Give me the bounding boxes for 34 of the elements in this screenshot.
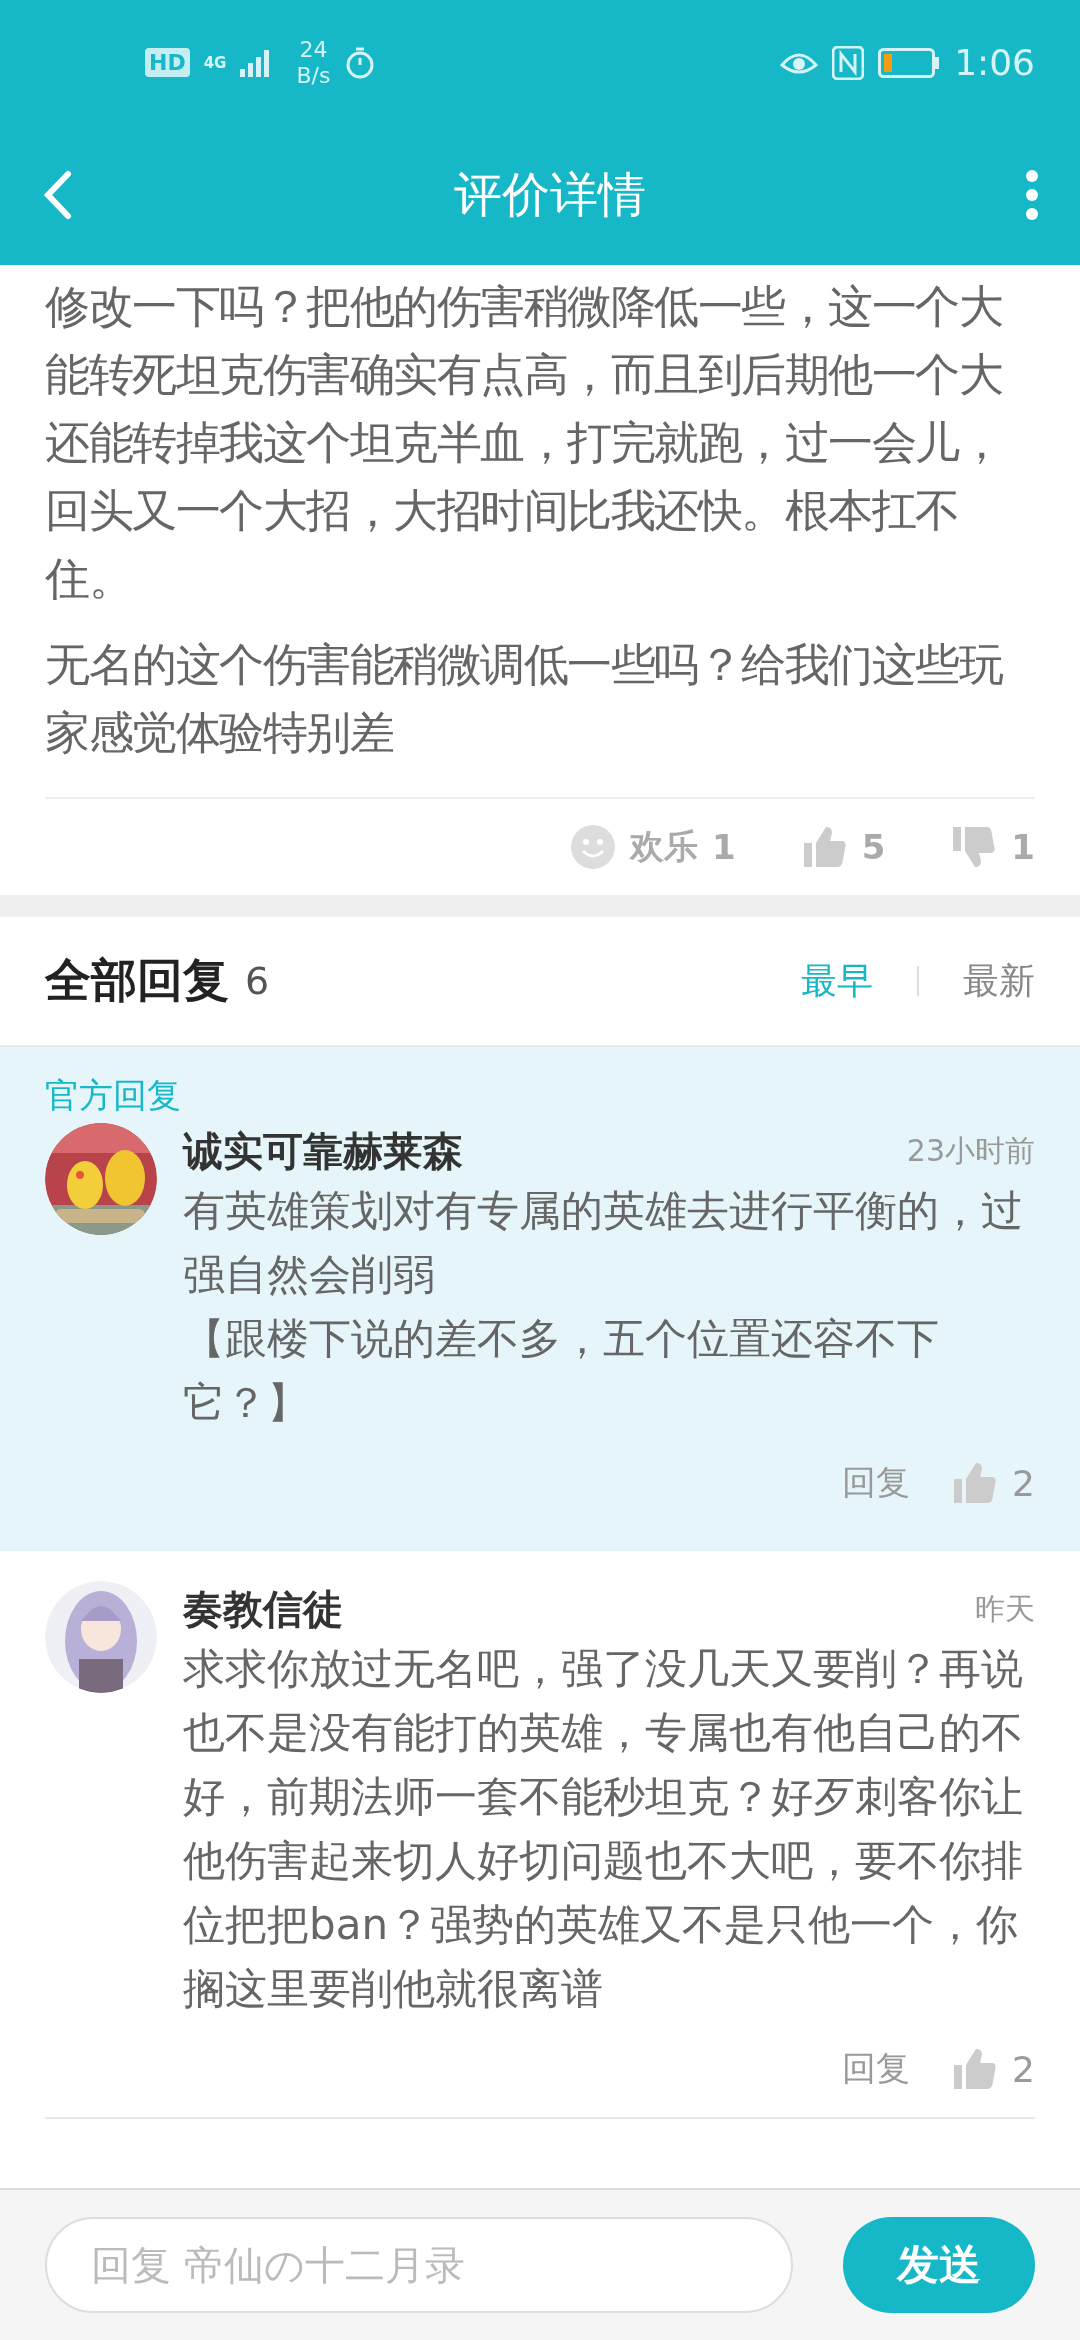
sort-tab[interactable]: 最早: [801, 956, 873, 1006]
send-button[interactable]: 发送: [843, 2217, 1035, 2313]
section-title: 全部回复: [45, 952, 229, 1009]
reply-time: 昨天: [975, 1589, 1035, 1628]
reaction-count: 5: [861, 827, 886, 867]
nfc-icon: [832, 45, 865, 80]
reaction-count: 1: [1011, 827, 1035, 867]
reply-count: 6: [245, 959, 271, 1003]
review-paragraph: 无名的这个伤害能稍微调低一些吗？给我们这些玩家感觉体验特别差: [45, 637, 1004, 761]
page-title: 评价详情: [453, 165, 647, 224]
reaction-label: 欢乐: [630, 825, 698, 868]
user-name: 奏教信徒: [183, 1584, 343, 1634]
reply-text: 有英雄策划对有专属的英雄去进行平衡的，过强自然会削弱: [183, 1185, 1024, 1301]
like-count: 2: [1012, 1462, 1035, 1504]
speed-value: 24: [299, 36, 328, 63]
more-icon[interactable]: [1024, 169, 1040, 221]
review-paragraph: 修改一下吗？把他的伤害稍微降低一些，这一个大能转死坦克伤害确实有点高，而且到后期他一个大还能转掉我这个坦克半血，打完就跑，过一会儿，回头又一个大招，大招时间比我还快。根本扛不住。: [45, 279, 1003, 607]
sort-tab[interactable]: 最新: [963, 956, 1035, 1006]
reply-text: 求求你放过无名吧，强了没几天又要削？再说也不是没有能打的英雄，专属也有他自己的不好，前期法师一套不能秒坦克？好歹刺客你让他伤害起来切人好切问题也不大吧，要不你排位把把ban？强势的英雄又不是只他一个，你搁这里要削他就很离谱: [183, 1643, 1024, 2015]
reply-link[interactable]: 回复: [842, 2046, 911, 2092]
like-count: 2: [1012, 2048, 1035, 2090]
user-name: 诚实可靠赫莱森: [183, 1126, 463, 1176]
smiley-icon[interactable]: [570, 824, 616, 870]
network-type: 4G: [203, 53, 227, 72]
reply-text: 【跟楼下说的差不多，五个位置还容不下它？】: [183, 1313, 940, 1429]
reply-input[interactable]: 回复 帝仙の十二月录: [45, 2217, 793, 2313]
clock-time: 1:06: [954, 42, 1035, 83]
reaction-count: 1: [712, 827, 736, 867]
reply-link[interactable]: 回复: [842, 1460, 911, 1506]
reply-time: 23小时前: [906, 1131, 1035, 1170]
speed-unit: B/s: [296, 62, 331, 89]
hd-badge: HD: [145, 48, 190, 77]
official-label: 官方回复: [45, 1074, 182, 1117]
battery-icon: [878, 47, 941, 78]
